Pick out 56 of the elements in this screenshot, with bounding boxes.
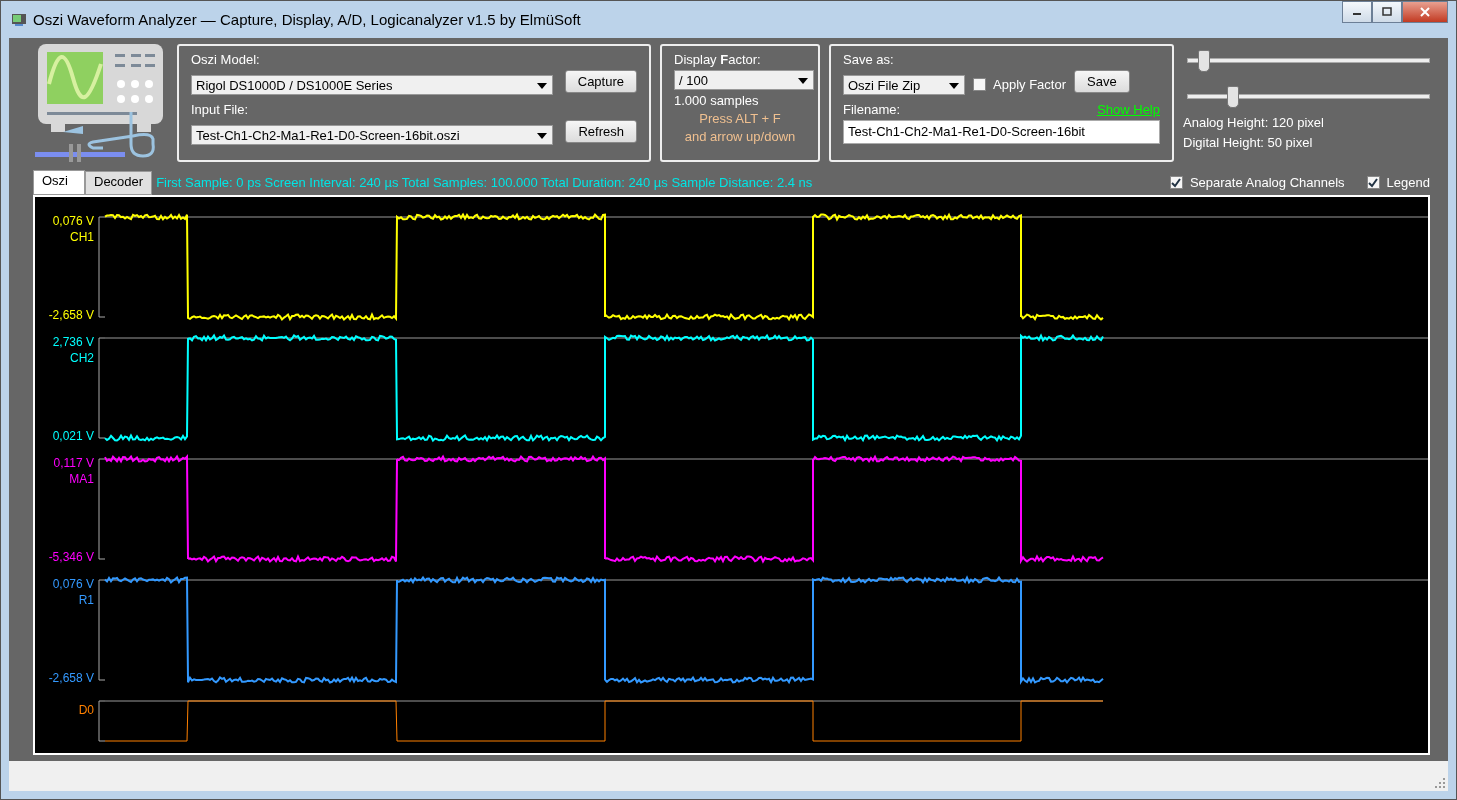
close-button[interactable] bbox=[1402, 1, 1448, 23]
show-help-link[interactable]: Show Help bbox=[1097, 102, 1160, 117]
apply-factor-label: Apply Factor bbox=[993, 77, 1066, 92]
refresh-button[interactable]: Refresh bbox=[565, 120, 637, 143]
option-checkbox[interactable] bbox=[1169, 176, 1183, 189]
channel-name: CH1 bbox=[70, 230, 94, 244]
oszi-model-dropdown[interactable]: Rigol DS1000D / DS1000E Series bbox=[191, 74, 553, 95]
resize-grip-icon bbox=[1435, 778, 1445, 788]
display-factor-label: Display Factor: bbox=[674, 52, 761, 67]
max-voltage-label: 0,076 V bbox=[52, 577, 94, 591]
apply-factor-checkbox[interactable] bbox=[973, 78, 986, 91]
caret-icon bbox=[536, 82, 547, 89]
option-label: Separate Analog Channels bbox=[1189, 175, 1345, 190]
min-voltage-label: -2,658 V bbox=[48, 308, 94, 322]
filename-label: Filename: bbox=[843, 102, 901, 117]
samples-count: 1.000 samples bbox=[674, 93, 759, 108]
caret-icon bbox=[537, 132, 548, 139]
height-setting-text: Analog Height: 120 pixel bbox=[1183, 115, 1325, 130]
display-factor-dropdown[interactable]: / 100 bbox=[674, 70, 814, 90]
slider-handle[interactable] bbox=[1226, 86, 1239, 108]
shortcut-hint: and arrow up/down bbox=[684, 129, 796, 144]
maximize-icon bbox=[1382, 7, 1392, 17]
tab[interactable]: Oszi bbox=[33, 170, 85, 195]
min-voltage-label: 0,021 V bbox=[52, 429, 94, 443]
channel-name: D0 bbox=[78, 703, 94, 717]
save-as-label: Save as: bbox=[843, 52, 895, 67]
channel-name: CH2 bbox=[70, 351, 94, 365]
max-voltage-label: 2,736 V bbox=[52, 335, 94, 349]
tab[interactable]: Decoder bbox=[85, 171, 153, 195]
input-file-label: Input File: bbox=[191, 102, 250, 117]
option-checkbox[interactable] bbox=[1366, 176, 1380, 189]
save-format-dropdown[interactable]: Oszi File Zip bbox=[843, 74, 965, 95]
max-voltage-label: 0,076 V bbox=[52, 214, 94, 228]
min-voltage-label: -5,346 V bbox=[48, 550, 94, 564]
app-icon bbox=[11, 11, 27, 28]
save-button[interactable]: Save bbox=[1074, 70, 1130, 93]
slider-handle[interactable] bbox=[1197, 50, 1210, 72]
sample-info-text: First Sample: 0 ps Screen Interval: 240 µs Total Samples: 100.000 Total Duration: 240 µs Sample Distance: 2.4 ns bbox=[156, 175, 813, 190]
capture-button[interactable]: Capture bbox=[564, 70, 637, 93]
oszi-model-label: Oszi Model: bbox=[191, 52, 261, 67]
channel-name: R1 bbox=[78, 593, 94, 607]
window-title: Oszi Waveform Analyzer — Capture, Display, A/D, Logicanalyzer v1.5 by ElmüSoft bbox=[33, 11, 581, 28]
minimize-button[interactable] bbox=[1342, 1, 1372, 23]
filename-field[interactable]: Test-Ch1-Ch2-Ma1-Re1-D0-Screen-16bit bbox=[843, 120, 1160, 144]
max-voltage-label: 0,117 V bbox=[53, 456, 94, 470]
close-icon bbox=[1420, 7, 1430, 17]
caret-icon bbox=[798, 78, 808, 84]
channel-name: MA1 bbox=[69, 472, 94, 486]
height-setting-text: Digital Height: 50 pixel bbox=[1183, 135, 1314, 150]
input-file-dropdown[interactable]: Test-Ch1-Ch2-Ma1-Re1-D0-Screen-16bit.oszi bbox=[191, 124, 554, 145]
option-label: Legend bbox=[1386, 175, 1430, 190]
caret-icon bbox=[949, 82, 959, 89]
shortcut-hint: Press ALT + F bbox=[699, 111, 781, 126]
axis-bracket bbox=[98, 700, 106, 742]
min-voltage-label: -2,658 V bbox=[48, 671, 94, 685]
maximize-button[interactable] bbox=[1372, 1, 1402, 23]
